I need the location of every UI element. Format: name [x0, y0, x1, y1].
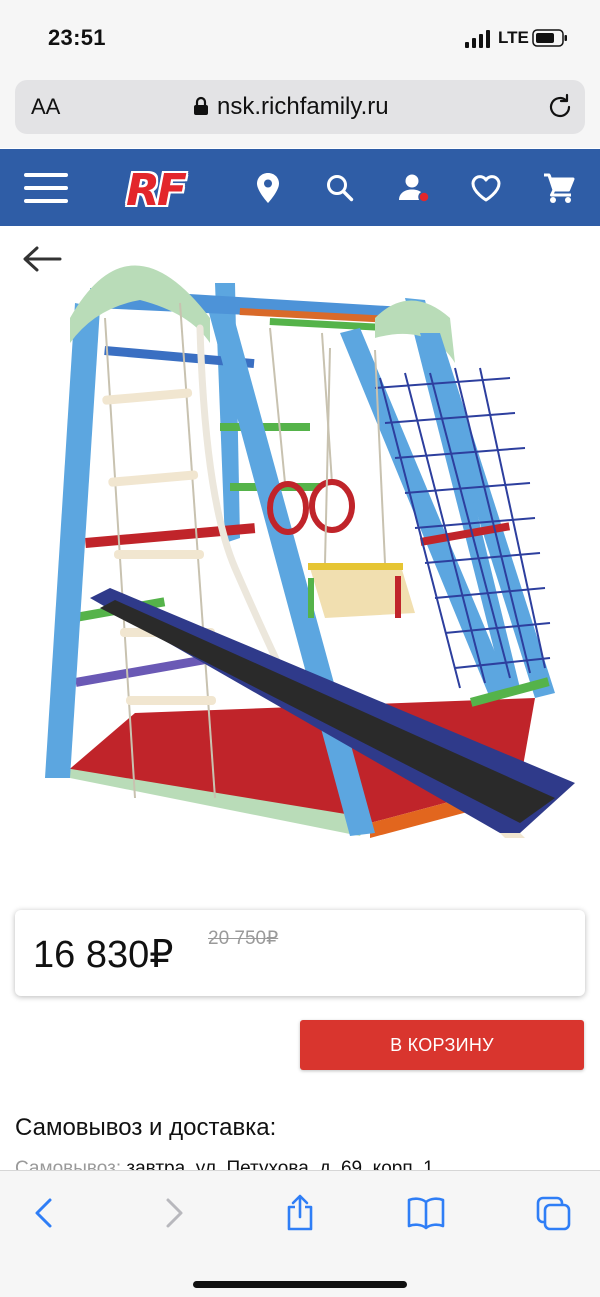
browser-address-area: AA nsk.richfamily.ru — [0, 74, 600, 148]
forward-icon — [166, 1198, 183, 1228]
status-bar: 23:51 LTE — [0, 0, 600, 74]
location-button[interactable] — [252, 149, 284, 226]
status-time: 23:51 — [48, 25, 106, 50]
browser-forward-button[interactable] — [154, 1193, 194, 1233]
search-button[interactable] — [322, 149, 358, 226]
share-icon — [287, 1194, 313, 1231]
heart-icon — [471, 174, 501, 201]
location-icon — [257, 172, 279, 203]
battery-icon — [532, 29, 567, 47]
product-image[interactable] — [40, 238, 580, 848]
search-icon — [327, 174, 354, 201]
cart-button[interactable] — [540, 149, 578, 226]
price-card: 16 830₽ 20 750₽ — [15, 910, 585, 996]
bookmarks-button[interactable] — [406, 1193, 446, 1233]
delivery-heading: Самовывоз и доставка: — [15, 1114, 277, 1141]
add-to-cart-button[interactable]: В КОРЗИНУ — [300, 1020, 584, 1070]
tabs-icon — [536, 1196, 571, 1231]
pickup-label: Самовывоз: — [15, 1158, 122, 1170]
favorites-button[interactable] — [468, 149, 504, 226]
reload-icon[interactable] — [546, 93, 574, 121]
browser-back-button[interactable] — [24, 1193, 64, 1233]
menu-button[interactable] — [20, 149, 72, 226]
text-size-button[interactable]: AA — [31, 94, 60, 120]
tabs-button[interactable] — [534, 1193, 574, 1233]
cart-icon — [544, 173, 575, 203]
lock-icon — [194, 96, 208, 115]
pickup-text: завтра, ул. Петухова, д. 69, корп. 1 — [121, 1158, 434, 1170]
site-logo[interactable]: RF — [126, 165, 187, 216]
share-button[interactable] — [280, 1193, 320, 1233]
current-price: 16 830₽ — [33, 934, 174, 976]
bookmarks-icon — [407, 1197, 445, 1230]
site-header: RF — [0, 149, 600, 226]
signal-icon — [465, 30, 491, 48]
user-icon — [399, 174, 430, 203]
browser-toolbar — [0, 1170, 600, 1297]
back-icon — [35, 1198, 52, 1228]
address-bar[interactable]: AA nsk.richfamily.ru — [15, 80, 585, 134]
url-text[interactable]: nsk.richfamily.ru — [217, 93, 389, 121]
text-size-label: AA — [31, 94, 61, 119]
pickup-info: Самовывоз: завтра, ул. Петухова, д. 69, … — [15, 1158, 585, 1170]
old-price: 20 750₽ — [208, 928, 279, 949]
account-button[interactable] — [396, 149, 432, 226]
network-label: LTE — [498, 28, 529, 47]
menu-icon — [24, 172, 68, 203]
home-indicator — [193, 1281, 407, 1288]
